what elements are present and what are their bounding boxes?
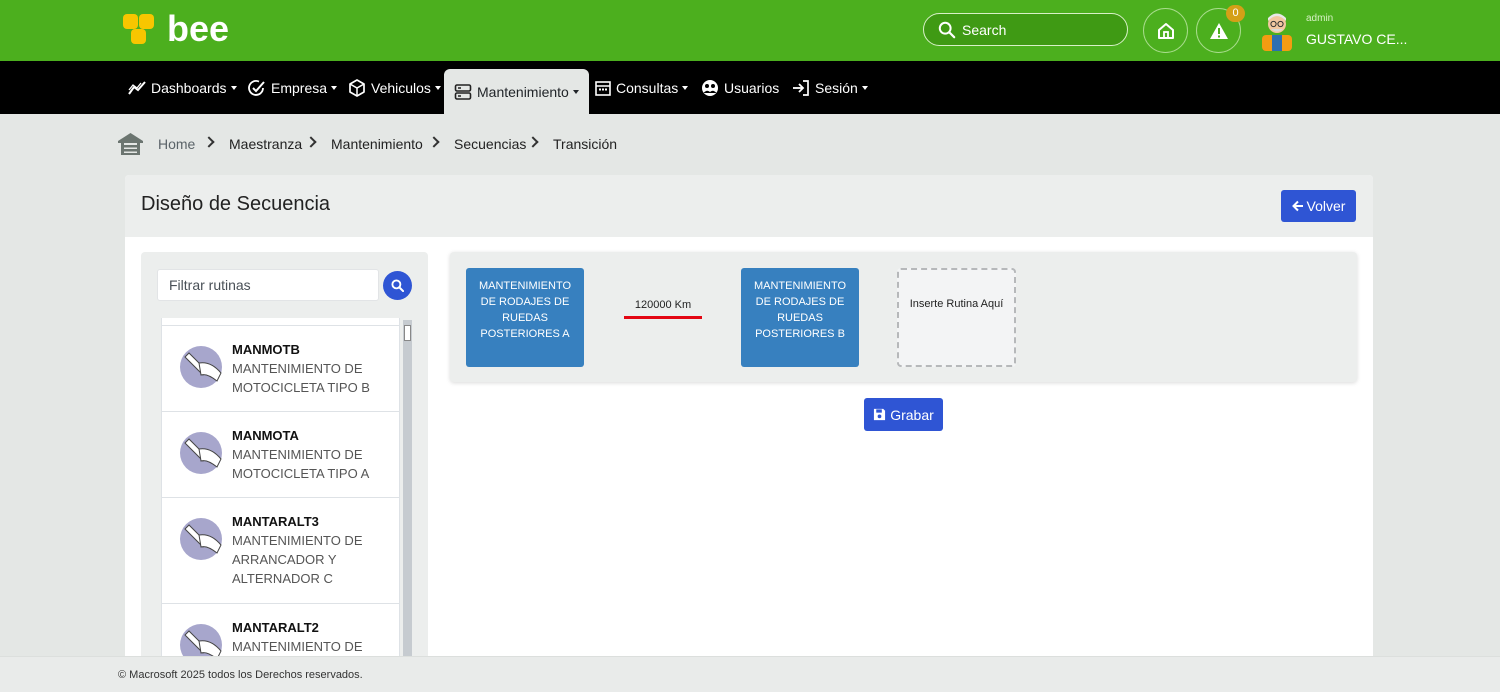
brand-name: bee <box>167 8 230 49</box>
list-item[interactable]: MANMOTA MANTENIMIENTO DE MOTOCICLETA TIP… <box>161 411 400 498</box>
nav-item-dashboards[interactable]: Dashboards <box>128 61 237 114</box>
card-header: Diseño de Secuencia Volver <box>125 175 1373 237</box>
breadcrumb-home[interactable]: Home <box>158 131 195 157</box>
wrench-hand-icon <box>180 432 222 474</box>
chevron-right-icon <box>527 136 539 148</box>
page-footer: © Macrosoft 2025 todos los Derechos rese… <box>0 656 1500 692</box>
nav-label: Dashboards <box>151 79 227 96</box>
caret-down-icon <box>230 86 237 90</box>
brand-logo[interactable]: bee <box>121 8 230 49</box>
caret-down-icon <box>861 86 868 90</box>
list-scrollbar-thumb[interactable] <box>404 325 411 341</box>
home-button[interactable] <box>1143 8 1188 53</box>
copyright-text: © Macrosoft 2025 todos los Derechos rese… <box>118 669 363 681</box>
routine-code: MANMOTB <box>232 342 300 357</box>
nav-item-consultas[interactable]: Consultas <box>595 61 689 114</box>
user-role: admin <box>1306 13 1334 24</box>
routine-description: MANTENIMIENTO DE MOTOCICLETA TIPO B <box>232 361 370 395</box>
list-item[interactable]: MANMOTB MANTENIMIENTO DE MOTOCICLETA TIP… <box>161 325 400 412</box>
bee-logo-icon <box>121 12 155 46</box>
breadcrumb-maestranza[interactable]: Maestranza <box>229 131 302 157</box>
routine-code: MANTARALT3 <box>232 514 319 529</box>
arrow-left-icon <box>1291 200 1303 212</box>
routine-code: MANTARALT2 <box>232 620 319 635</box>
sequence-routine-second[interactable]: MANTENIMIENTO DE RODAJES DE RUEDAS POSTE… <box>741 268 859 367</box>
trend-icon <box>128 80 146 95</box>
home-icon <box>1157 22 1174 39</box>
chevron-right-icon <box>203 136 215 148</box>
back-label: Volver <box>1306 198 1346 214</box>
nav-item-usuarios[interactable]: Usuarios <box>701 61 779 114</box>
back-button[interactable]: Volver <box>1281 190 1356 222</box>
routines-list[interactable]: MANMOTB MANTENIMIENTO DE MOTOCICLETA TIP… <box>161 318 400 658</box>
caret-down-icon <box>572 90 579 94</box>
chevron-right-icon <box>305 136 317 148</box>
filter-search-button[interactable] <box>383 271 412 300</box>
top-header: bee Search 0 admin GUSTAVO CE... <box>0 0 1500 61</box>
users-icon <box>702 79 718 96</box>
avatar[interactable] <box>1256 9 1298 51</box>
routine-code: MANMOTA <box>232 428 299 443</box>
search-icon <box>391 279 404 292</box>
cube-icon <box>349 78 365 97</box>
check-edit-icon <box>248 79 265 96</box>
wrench-hand-icon <box>180 518 222 560</box>
nav-item-empresa[interactable]: Empresa <box>248 61 338 114</box>
filter-routines-input[interactable]: Filtrar rutinas <box>157 269 379 301</box>
nav-label: Usuarios <box>724 79 780 96</box>
list-item[interactable]: MANTARALT2 MANTENIMIENTO DE <box>161 603 400 658</box>
nav-item-sesion[interactable]: Sesión <box>792 61 868 114</box>
nav-label: Consultas <box>616 79 679 96</box>
sequence-routine-first[interactable]: MANTENIMIENTO DE RODAJES DE RUEDAS POSTE… <box>466 268 584 367</box>
server-icon <box>454 83 472 100</box>
breadcrumb-secuencias[interactable]: Secuencias <box>454 131 526 157</box>
warning-icon <box>1209 22 1228 39</box>
routine-description: MANTENIMIENTO DE <box>232 639 363 654</box>
wrench-hand-icon <box>180 624 222 658</box>
nav-label: Empresa <box>271 79 328 96</box>
main-navbar: Dashboards Empresa Vehiculos Mantenimien… <box>0 61 1500 114</box>
nav-label: Vehiculos <box>371 79 431 96</box>
transition-label[interactable]: 120000 Km <box>624 299 702 311</box>
nav-label: Sesión <box>815 79 858 96</box>
nav-label: Mantenimiento <box>477 83 569 100</box>
floppy-disk-icon <box>874 408 886 421</box>
routine-description: MANTENIMIENTO DE MOTOCICLETA TIPO A <box>232 447 370 481</box>
calendar-icon <box>595 80 611 96</box>
routine-description: MANTENIMIENTO DE ARRANCADOR Y ALTERNADOR… <box>232 533 363 586</box>
search-icon <box>938 21 956 38</box>
caret-down-icon <box>434 86 441 90</box>
warehouse-icon <box>118 133 143 155</box>
nav-item-mantenimiento[interactable]: Mantenimiento <box>444 69 589 114</box>
list-scrollbar[interactable] <box>403 320 412 660</box>
wrench-hand-icon <box>180 346 222 388</box>
save-button[interactable]: Grabar <box>864 398 943 431</box>
chevron-right-icon <box>428 136 440 148</box>
routine-drop-zone[interactable]: Inserte Rutina Aquí <box>897 268 1016 367</box>
page-title: Diseño de Secuencia <box>141 193 331 215</box>
list-item[interactable]: MANTARALT3 MANTENIMIENTO DE ARRANCADOR Y… <box>161 497 400 604</box>
save-label: Grabar <box>890 406 934 423</box>
nav-item-vehiculos[interactable]: Vehiculos <box>348 61 441 114</box>
alerts-count-badge: 0 <box>1226 5 1245 22</box>
breadcrumb-transicion: Transición <box>553 136 618 152</box>
search-input[interactable]: Search <box>923 13 1128 46</box>
sign-in-icon <box>793 79 809 96</box>
transition-line[interactable] <box>624 316 702 319</box>
search-placeholder: Search <box>962 21 1007 38</box>
user-name[interactable]: GUSTAVO CE... <box>1306 31 1407 47</box>
caret-down-icon <box>331 86 338 90</box>
breadcrumb-mantenimiento[interactable]: Mantenimiento <box>331 131 423 157</box>
caret-down-icon <box>682 86 689 90</box>
